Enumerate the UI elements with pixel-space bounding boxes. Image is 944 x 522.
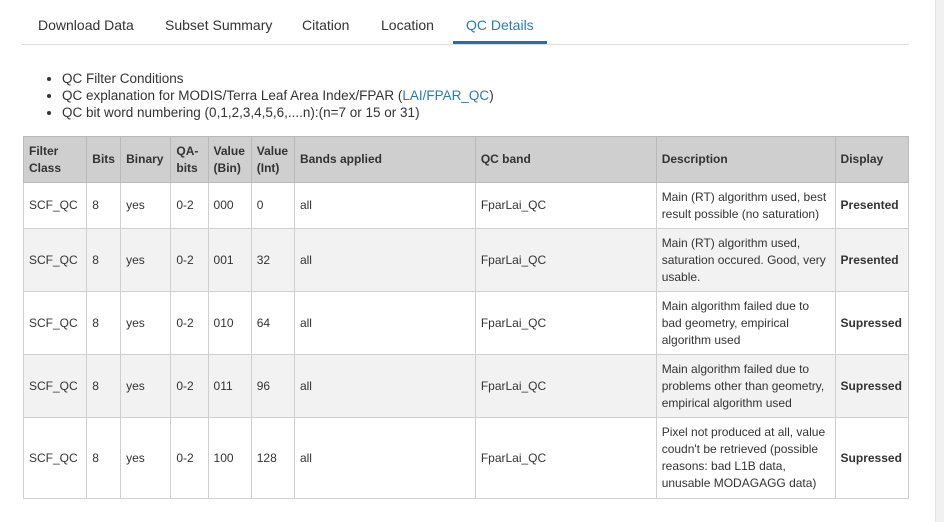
- table-row: SCF_QC 8 yes 0-2 100 128 all FparLai_QC …: [22, 417, 910, 499]
- tab-download-data[interactable]: Download Data: [38, 17, 134, 33]
- cell-filter-class: SCF_QC: [22, 417, 88, 499]
- header-bits: Bits: [86, 136, 122, 183]
- cell-filter-class: SCF_QC: [22, 354, 88, 418]
- cell-qc-band: FparLai_QC: [474, 417, 657, 499]
- cell-description: Main algorithm failed due to problems ot…: [655, 354, 836, 418]
- cell-bands-applied: all: [293, 354, 476, 418]
- cell-qa-bits: 0-2: [170, 291, 209, 355]
- cell-value-int: 32: [250, 228, 295, 292]
- header-qa-bits: QA-bits: [170, 136, 209, 183]
- header-value-bin: Value (Bin): [207, 136, 252, 183]
- qc-info-list: QC Filter Conditions QC explanation for …: [48, 70, 494, 121]
- cell-binary: yes: [120, 228, 172, 292]
- cell-value-int: 64: [250, 291, 295, 355]
- cell-display: Supressed: [834, 291, 910, 355]
- cell-bits: 8: [86, 291, 122, 355]
- cell-value-bin: 000: [207, 182, 252, 229]
- cell-filter-class: SCF_QC: [22, 228, 88, 292]
- tab-citation[interactable]: Citation: [302, 17, 349, 33]
- table-row: SCF_QC 8 yes 0-2 000 0 all FparLai_QC Ma…: [22, 182, 910, 229]
- cell-bits: 8: [86, 228, 122, 292]
- cell-qa-bits: 0-2: [170, 182, 209, 229]
- list-item-bit-numbering: QC bit word numbering (0,1,2,3,4,5,6,...…: [62, 104, 494, 121]
- header-display: Display: [834, 136, 910, 183]
- cell-bits: 8: [86, 417, 122, 499]
- tab-bar: Download Data Subset Summary Citation Lo…: [22, 0, 909, 45]
- cell-qc-band: FparLai_QC: [474, 354, 657, 418]
- cell-binary: yes: [120, 417, 172, 499]
- tab-subset-summary[interactable]: Subset Summary: [165, 17, 272, 33]
- qc-explanation-text: QC explanation for MODIS/Terra Leaf Area…: [62, 88, 403, 103]
- table-row: SCF_QC 8 yes 0-2 010 64 all FparLai_QC M…: [22, 291, 910, 355]
- cell-bands-applied: all: [293, 182, 476, 229]
- header-qc-band: QC band: [474, 136, 657, 183]
- cell-bits: 8: [86, 182, 122, 229]
- cell-value-int: 0: [250, 182, 295, 229]
- cell-value-bin: 010: [207, 291, 252, 355]
- cell-description: Main (RT) algorithm used, best result po…: [655, 182, 836, 229]
- qc-details-table: Filter Class Bits Binary QA-bits Value (…: [22, 136, 910, 499]
- cell-qc-band: FparLai_QC: [474, 182, 657, 229]
- cell-display: Presented: [834, 182, 910, 229]
- cell-value-int: 96: [250, 354, 295, 418]
- header-binary: Binary: [120, 136, 172, 183]
- cell-bands-applied: all: [293, 291, 476, 355]
- cell-filter-class: SCF_QC: [22, 291, 88, 355]
- cell-value-bin: 100: [207, 417, 252, 499]
- bit-numbering-text: QC bit word numbering (0,1,2,3,4,5,6,...…: [62, 105, 420, 120]
- cell-qa-bits: 0-2: [170, 354, 209, 418]
- cell-binary: yes: [120, 182, 172, 229]
- cell-filter-class: SCF_QC: [22, 182, 88, 229]
- cell-qc-band: FparLai_QC: [474, 228, 657, 292]
- active-tab-indicator: [453, 41, 547, 44]
- cell-bands-applied: all: [293, 228, 476, 292]
- cell-value-int: 128: [250, 417, 295, 499]
- cell-binary: yes: [120, 291, 172, 355]
- cell-qc-band: FparLai_QC: [474, 291, 657, 355]
- table-row: SCF_QC 8 yes 0-2 001 32 all FparLai_QC M…: [22, 228, 910, 292]
- tab-location[interactable]: Location: [381, 17, 434, 33]
- cell-description: Main algorithm failed due to bad geometr…: [655, 291, 836, 355]
- header-filter-class: Filter Class: [22, 136, 88, 183]
- cell-description: Main (RT) algorithm used, saturation occ…: [655, 228, 836, 292]
- table-header-row: Filter Class Bits Binary QA-bits Value (…: [22, 136, 910, 183]
- cell-value-bin: 011: [207, 354, 252, 418]
- header-bands-applied: Bands applied: [293, 136, 476, 183]
- header-description: Description: [655, 136, 836, 183]
- vertical-scrollbar[interactable]: [935, 0, 944, 522]
- list-item-filter-conditions: QC Filter Conditions: [62, 70, 494, 87]
- cell-binary: yes: [120, 354, 172, 418]
- qc-explanation-suffix: ): [489, 88, 494, 103]
- cell-description: Pixel not produced at all, value coudn't…: [655, 417, 836, 499]
- cell-bits: 8: [86, 354, 122, 418]
- header-value-int: Value (Int): [250, 136, 295, 183]
- cell-value-bin: 001: [207, 228, 252, 292]
- cell-display: Supressed: [834, 417, 910, 499]
- list-item-qc-explanation: QC explanation for MODIS/Terra Leaf Area…: [62, 87, 494, 104]
- lai-fpar-qc-link[interactable]: LAI/FPAR_QC: [402, 88, 489, 103]
- filter-conditions-text: QC Filter Conditions: [62, 71, 184, 86]
- cell-bands-applied: all: [293, 417, 476, 499]
- cell-qa-bits: 0-2: [170, 228, 209, 292]
- table-row: SCF_QC 8 yes 0-2 011 96 all FparLai_QC M…: [22, 354, 910, 418]
- cell-qa-bits: 0-2: [170, 417, 209, 499]
- cell-display: Presented: [834, 228, 910, 292]
- cell-display: Supressed: [834, 354, 910, 418]
- tab-qc-details[interactable]: QC Details: [466, 17, 534, 33]
